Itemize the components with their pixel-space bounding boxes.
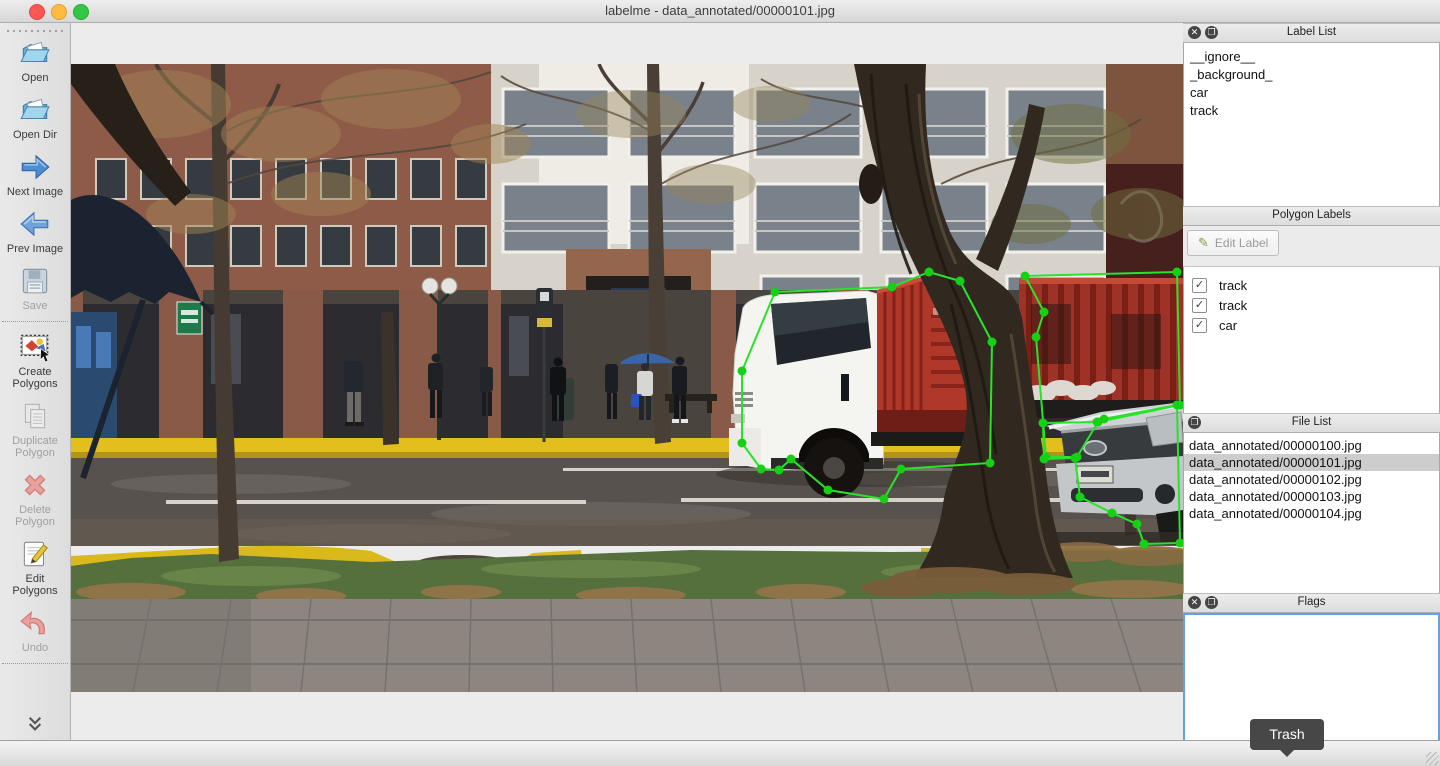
annotation-vertex[interactable] [775, 466, 784, 475]
annotation-vertex[interactable] [757, 465, 766, 474]
annotation-vertex[interactable] [1039, 419, 1048, 428]
annotation-vertex[interactable] [925, 268, 934, 277]
annotated-street-photo[interactable] [71, 64, 1183, 692]
annotation-vertex[interactable] [1032, 333, 1041, 342]
save-button[interactable]: Save [0, 264, 70, 312]
flags-header[interactable]: ✕ ❐ Flags [1183, 593, 1440, 613]
delete-x-icon [18, 468, 52, 502]
label-list-item[interactable]: car [1184, 84, 1439, 102]
polygon-labels-toolbar: ✎ Edit Label [1183, 226, 1440, 267]
duplicate-pages-icon [18, 399, 52, 433]
polygon-labels-panel: Polygon Labels ✎ Edit Label ✓ track ✓ tr… [1183, 206, 1440, 423]
open-button[interactable]: Open [0, 36, 70, 84]
annotation-vertex[interactable] [771, 288, 780, 297]
annotation-vertex[interactable] [1173, 268, 1182, 277]
annotation-vertex[interactable] [1133, 520, 1142, 529]
pencil-icon: ✎ [1198, 235, 1209, 251]
toolbar-separator [2, 663, 68, 664]
title-bar: labelme - data_annotated/00000101.jpg [0, 0, 1440, 23]
file-list-panel: ❐ File List data_annotated/00000100.jpg … [1183, 413, 1440, 598]
label-list-panel: ✕ ❐ Label List __ignore__ _background_ c… [1183, 23, 1440, 211]
polygon-label-text: track [1219, 278, 1247, 293]
label-list-header[interactable]: ✕ ❐ Label List [1183, 23, 1440, 43]
annotation-vertex[interactable] [824, 486, 833, 495]
file-list-row[interactable]: data_annotated/00000101.jpg [1184, 454, 1439, 471]
edit-label-text: Edit Label [1215, 236, 1268, 250]
file-list-row[interactable]: data_annotated/00000103.jpg [1184, 488, 1439, 505]
arrow-left-icon [18, 207, 52, 241]
annotation-vertex[interactable] [880, 495, 889, 504]
annotation-vertex[interactable] [1173, 401, 1182, 410]
checkbox-checked-icon[interactable]: ✓ [1192, 298, 1207, 313]
polygon-label-text: car [1219, 318, 1237, 333]
open-dir-button[interactable]: Open Dir [0, 93, 70, 141]
resize-grip-icon[interactable] [1426, 752, 1439, 765]
toolbar-separator [2, 321, 68, 322]
annotation-vertex[interactable] [1140, 540, 1149, 549]
label-list-item[interactable]: __ignore__ [1184, 48, 1439, 66]
arrow-right-icon [18, 150, 52, 184]
labelme-window: labelme - data_annotated/00000101.jpg Op… [0, 0, 1440, 766]
annotation-vertex[interactable] [738, 367, 747, 376]
annotation-vertex[interactable] [787, 455, 796, 464]
annotation-vertex[interactable] [888, 283, 897, 292]
trash-tooltip: Trash [1250, 719, 1324, 750]
polygon-label-row[interactable]: ✓ track [1184, 275, 1439, 295]
polygon-labels-title: Polygon Labels [1183, 209, 1440, 221]
create-polygons-button[interactable]: Create Polygons [0, 330, 70, 390]
annotation-vertex[interactable] [1040, 455, 1049, 464]
checkbox-checked-icon[interactable]: ✓ [1192, 318, 1207, 333]
file-list-row[interactable]: data_annotated/00000102.jpg [1184, 471, 1439, 488]
create-polygons-icon [18, 330, 52, 364]
save-floppy-icon [18, 264, 52, 298]
chevron-double-down-icon [24, 716, 46, 732]
polygon-label-row[interactable]: ✓ car [1184, 315, 1439, 335]
file-list-title: File List [1183, 416, 1440, 428]
polygon-label-row[interactable]: ✓ track [1184, 295, 1439, 315]
toolbar: Open Open Dir Next Image Prev Image Save [0, 23, 71, 741]
annotation-vertex[interactable] [1100, 415, 1109, 424]
annotation-vertex[interactable] [1076, 493, 1085, 502]
flags-title: Flags [1183, 596, 1440, 608]
label-list-item[interactable]: _background_ [1184, 66, 1439, 84]
undo-arrow-icon [18, 606, 52, 640]
edit-pencil-icon [18, 537, 52, 571]
dock-sidebar: ✕ ❐ Label List __ignore__ _background_ c… [1183, 23, 1440, 741]
toolbar-expand-button[interactable] [0, 716, 70, 737]
checkbox-checked-icon[interactable]: ✓ [1192, 278, 1207, 293]
annotation-vertex[interactable] [956, 277, 965, 286]
open-dir-folder-icon [18, 93, 52, 127]
file-list-row[interactable]: data_annotated/00000104.jpg [1184, 505, 1439, 522]
annotation-vertex[interactable] [988, 338, 997, 347]
status-bar [0, 740, 1440, 766]
open-folder-icon [18, 36, 52, 70]
undo-button[interactable]: Undo [0, 606, 70, 654]
label-list-item[interactable]: track [1184, 102, 1439, 120]
annotation-vertex[interactable] [1040, 308, 1049, 317]
next-image-button[interactable]: Next Image [0, 150, 70, 198]
polygon-label-text: track [1219, 298, 1247, 313]
annotation-vertex[interactable] [1071, 454, 1080, 463]
file-list-header[interactable]: ❐ File List [1183, 413, 1440, 433]
polygon-labels-header[interactable]: Polygon Labels [1183, 206, 1440, 226]
toolbar-drag-handle[interactable] [4, 26, 66, 34]
edit-label-button[interactable]: ✎ Edit Label [1187, 230, 1279, 256]
annotation-vertex[interactable] [1108, 509, 1117, 518]
annotation-vertex[interactable] [986, 459, 995, 468]
edit-polygons-button[interactable]: Edit Polygons [0, 537, 70, 597]
duplicate-polygon-button[interactable]: Duplicate Polygon [0, 399, 70, 459]
delete-polygon-button[interactable]: Delete Polygon [0, 468, 70, 528]
prev-image-button[interactable]: Prev Image [0, 207, 70, 255]
file-list-row[interactable]: data_annotated/00000100.jpg [1184, 437, 1439, 454]
annotation-vertex[interactable] [897, 465, 906, 474]
annotation-vertex[interactable] [738, 439, 747, 448]
label-list-title: Label List [1183, 26, 1440, 38]
annotation-vertex[interactable] [1021, 272, 1030, 281]
window-title: labelme - data_annotated/00000101.jpg [0, 3, 1440, 18]
image-canvas[interactable] [71, 23, 1183, 741]
